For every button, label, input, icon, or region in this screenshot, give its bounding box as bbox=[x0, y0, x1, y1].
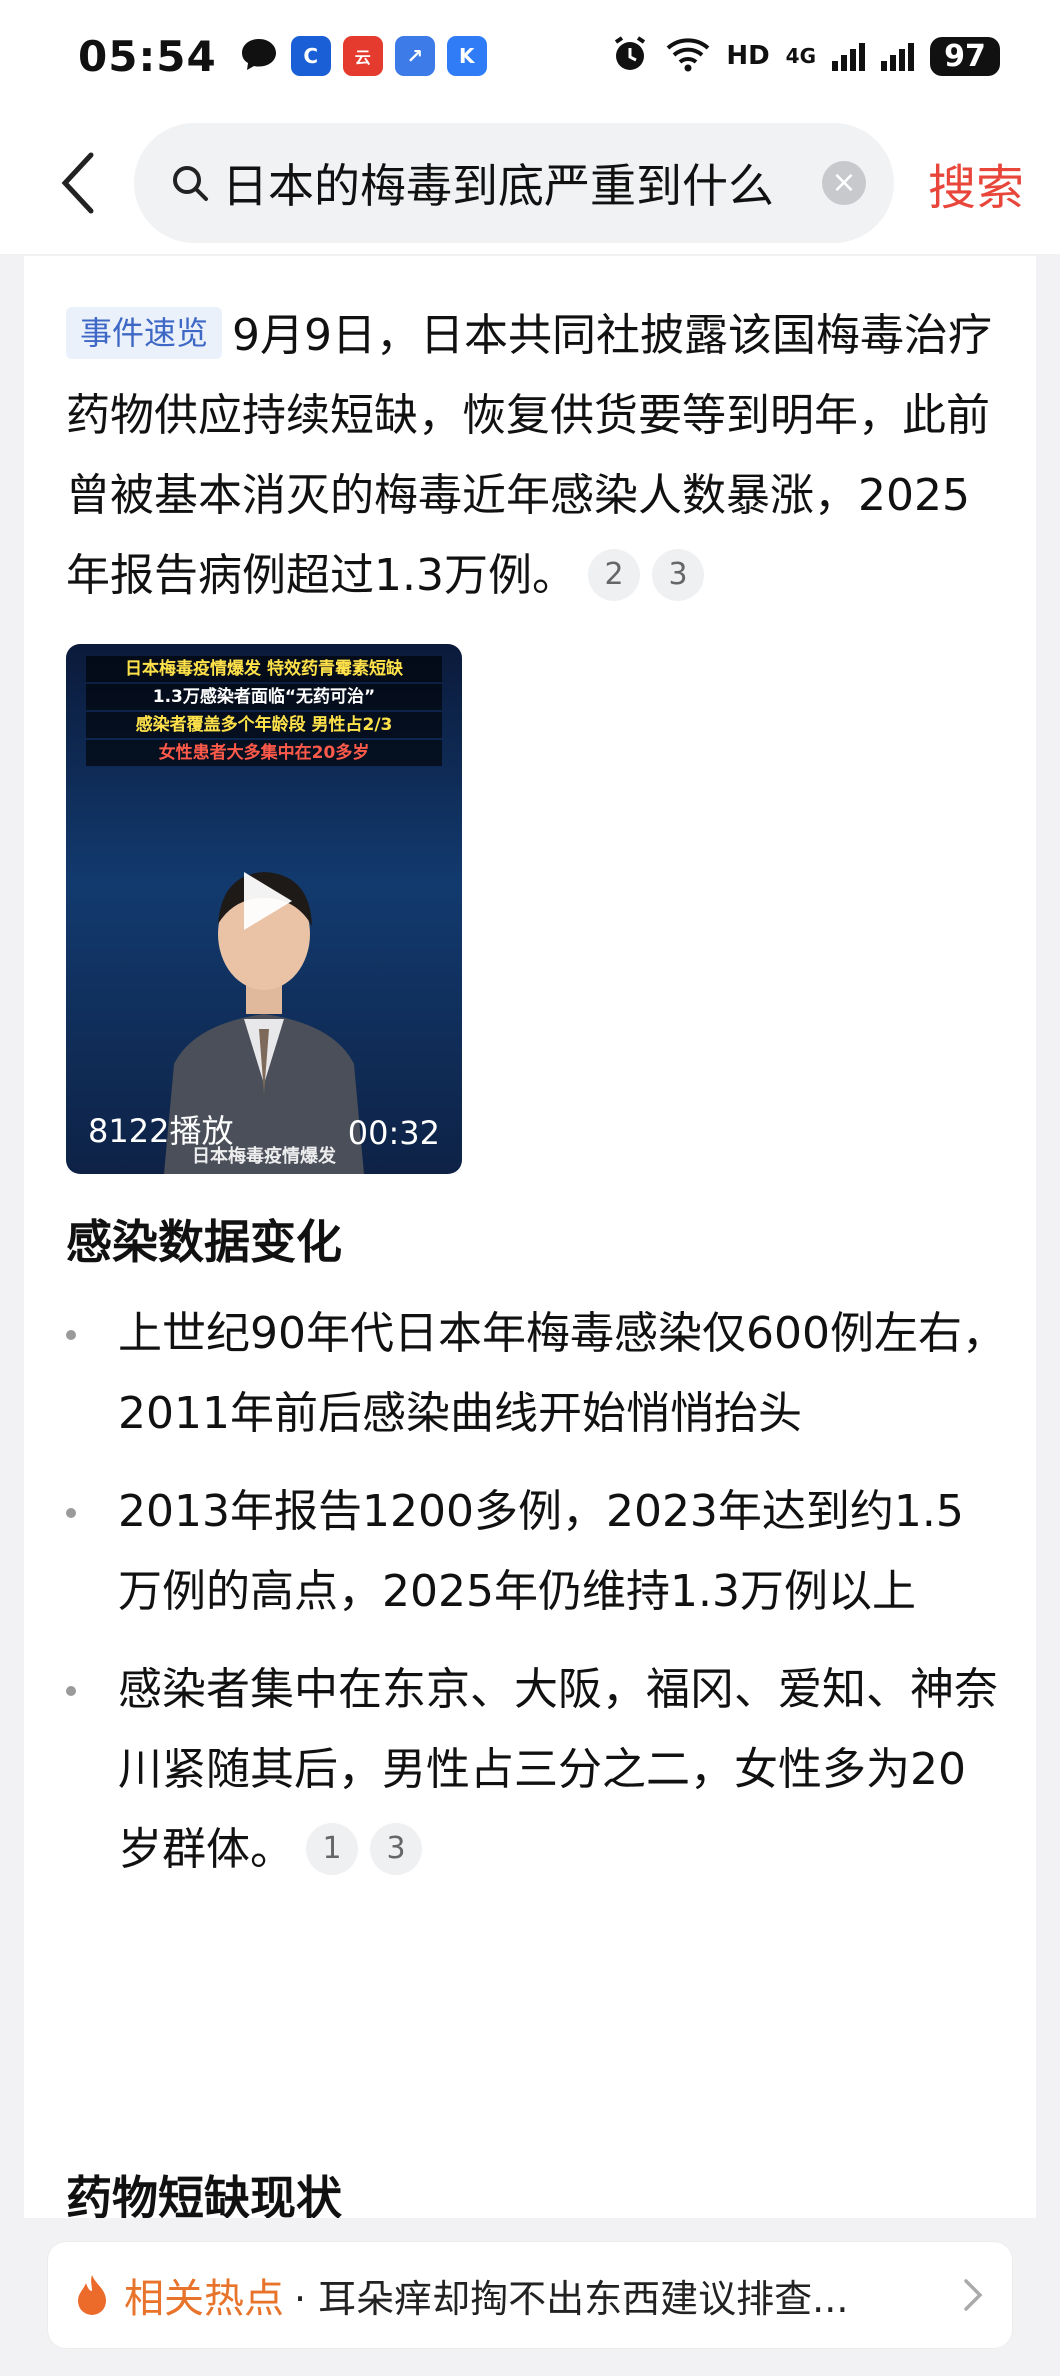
network-gen-label: 4G bbox=[785, 44, 816, 68]
chat-bubble-icon bbox=[239, 34, 279, 78]
video-banner-line: 女性患者大多集中在20多岁 bbox=[86, 740, 442, 766]
citation-badge[interactable]: 3 bbox=[651, 549, 704, 601]
list-item-text: 感染者集中在东京、大阪，福冈、爱知、神奈川紧随其后，男性占三分之二，女性多为20… bbox=[118, 1664, 998, 1875]
signal-2-icon bbox=[881, 41, 914, 71]
video-subtitle: 日本梅毒疫情爆发 bbox=[192, 1146, 336, 1167]
status-time: 05:54 bbox=[78, 31, 217, 81]
search-icon bbox=[173, 166, 208, 201]
list-item: 感染者集中在东京、大阪，福冈、爱知、神奈川紧随其后，男性占三分之二，女性多为20… bbox=[66, 1650, 1006, 1890]
wifi-icon bbox=[666, 36, 710, 76]
list-item: 2013年报告1200多例，2023年达到约1.5万例的高点，2025年仍维持1… bbox=[66, 1472, 1006, 1632]
cloud-pay-app-icon: 云 bbox=[342, 36, 383, 76]
section-title: 药物短缺现状 bbox=[66, 2171, 342, 2218]
search-button[interactable]: 搜索 bbox=[928, 148, 1024, 218]
video-banner: 日本梅毒疫情爆发 特效药青霉素短缺 1.3万感染者面临“无药可治” 感染者覆盖多… bbox=[86, 656, 442, 768]
related-hot-label: 相关热点 bbox=[124, 2276, 284, 2322]
chevron-right-icon bbox=[964, 2279, 983, 2311]
status-bar: 05:54 C 云 ↗ K HD 4G 97 bbox=[0, 0, 1060, 112]
battery-indicator: 97 bbox=[930, 36, 1000, 76]
citation-badge[interactable]: 2 bbox=[587, 549, 640, 601]
back-button[interactable] bbox=[44, 148, 114, 218]
list-item: 上世纪90年代日本年梅毒感染仅600例左右，2011年前后感染曲线开始悄悄抬头 bbox=[66, 1294, 1006, 1454]
network-hd-label: HD bbox=[726, 41, 770, 71]
related-hot-text[interactable]: · 耳朵痒却掏不出东西建议排查... bbox=[294, 2268, 938, 2323]
citation-badge[interactable]: 1 bbox=[306, 1823, 358, 1875]
video-banner-line: 日本梅毒疫情爆发 特效药青霉素短缺 bbox=[86, 656, 442, 682]
search-header: 日本的梅毒到底严重到什么 × 搜索 bbox=[0, 112, 1060, 254]
video-banner-line: 感染者覆盖多个年龄段 男性占2/3 bbox=[86, 712, 442, 738]
play-icon bbox=[244, 872, 292, 930]
chart-app-icon: ↗ bbox=[394, 36, 435, 76]
event-summary: 事件速览 9月9日，日本共同社披露该国梅毒治疗药物供应持续短缺，恢复供货要等到明年… bbox=[24, 256, 1036, 616]
search-query-text[interactable]: 日本的梅毒到底严重到什么 bbox=[222, 150, 822, 216]
infection-data-list: 上世纪90年代日本年梅毒感染仅600例左右，2011年前后感染曲线开始悄悄抬头 … bbox=[66, 1294, 1006, 1890]
related-hot-topic-bar[interactable]: 相关热点 · 耳朵痒却掏不出东西建议排查... bbox=[48, 2242, 1012, 2348]
video-banner-line: 1.3万感染者面临“无药可治” bbox=[86, 684, 442, 710]
citation-badge[interactable]: 3 bbox=[370, 1823, 422, 1875]
flame-icon bbox=[78, 2275, 106, 2315]
answer-card: 事件速览 9月9日，日本共同社披露该国梅毒治疗药物供应持续短缺，恢复供货要等到明年… bbox=[24, 256, 1036, 2218]
search-input[interactable]: 日本的梅毒到底严重到什么 × bbox=[134, 123, 894, 243]
video-thumbnail[interactable]: 日本梅毒疫情爆发 特效药青霉素短缺 1.3万感染者面临“无药可治” 感染者覆盖多… bbox=[66, 644, 462, 1174]
event-summary-tag: 事件速览 bbox=[66, 307, 223, 359]
notification-icons: C 云 ↗ K bbox=[239, 34, 487, 78]
section-title: 感染数据变化 bbox=[66, 1215, 342, 1269]
clear-search-button[interactable]: × bbox=[822, 161, 866, 205]
signal-icon bbox=[832, 41, 865, 71]
alarm-icon bbox=[610, 34, 650, 78]
blue-c-app-icon: C bbox=[290, 36, 331, 76]
k-app-icon: K bbox=[446, 36, 487, 76]
chevron-left-icon bbox=[61, 152, 94, 214]
